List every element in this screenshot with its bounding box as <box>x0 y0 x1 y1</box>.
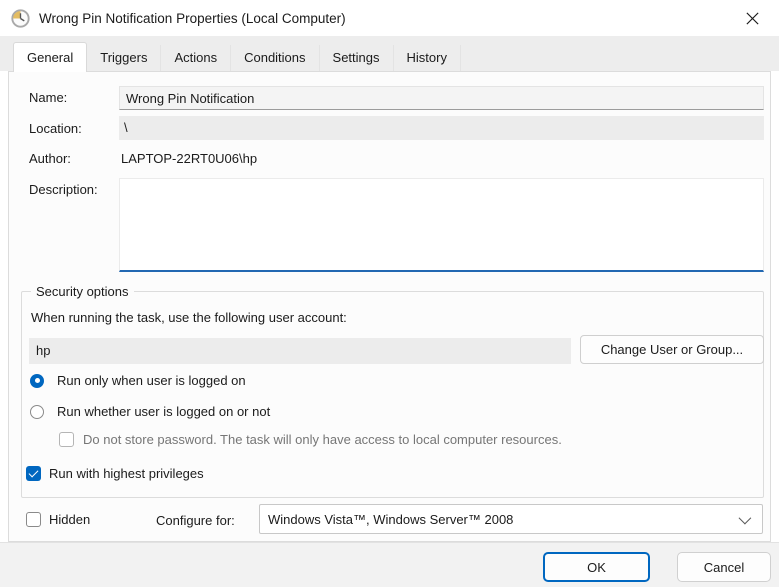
tab-conditions[interactable]: Conditions <box>231 45 319 71</box>
radio-run-whether-logged-on[interactable]: Run whether user is logged on or not <box>30 404 270 419</box>
author-value: LAPTOP-22RT0U06\hp <box>121 151 257 166</box>
task-properties-dialog: Wrong Pin Notification Properties (Local… <box>0 0 779 587</box>
clock-icon <box>11 9 30 28</box>
checkbox-checked-icon <box>26 466 41 481</box>
location-label: Location: <box>29 121 82 136</box>
close-icon <box>746 12 759 25</box>
checkbox-label: Hidden <box>49 512 90 527</box>
tab-actions[interactable]: Actions <box>161 45 231 71</box>
change-user-button[interactable]: Change User or Group... <box>580 335 764 364</box>
name-input[interactable] <box>119 86 764 110</box>
radio-selected-icon <box>30 374 44 388</box>
radio-label: Run only when user is logged on <box>57 373 246 388</box>
tab-settings[interactable]: Settings <box>320 45 394 71</box>
location-value: \ <box>119 116 764 140</box>
description-textarea[interactable] <box>119 178 764 272</box>
checkbox-unchecked-icon <box>26 512 41 527</box>
name-label: Name: <box>29 90 67 105</box>
account-prompt: When running the task, use the following… <box>31 310 347 325</box>
radio-unselected-icon <box>30 405 44 419</box>
tab-strip: General Triggers Actions Conditions Sett… <box>0 36 779 71</box>
window-title: Wrong Pin Notification Properties (Local… <box>39 11 346 26</box>
checkbox-unchecked-icon <box>59 432 74 447</box>
tab-triggers[interactable]: Triggers <box>87 45 161 71</box>
tab-history[interactable]: History <box>394 45 461 71</box>
radio-label: Run whether user is logged on or not <box>57 404 270 419</box>
description-label: Description: <box>29 182 98 197</box>
checkbox-label: Run with highest privileges <box>49 466 204 481</box>
radio-run-only-logged-on[interactable]: Run only when user is logged on <box>30 373 246 388</box>
ok-button[interactable]: OK <box>543 552 650 582</box>
account-value-field: hp <box>29 338 571 364</box>
title-bar: Wrong Pin Notification Properties (Local… <box>0 0 779 36</box>
close-button[interactable] <box>733 4 771 32</box>
configure-for-label: Configure for: <box>156 513 235 528</box>
checkbox-do-not-store-password[interactable]: Do not store password. The task will onl… <box>59 432 562 447</box>
checkbox-hidden[interactable]: Hidden <box>26 512 90 527</box>
dialog-footer: OK Cancel <box>0 542 779 587</box>
author-label: Author: <box>29 151 71 166</box>
cancel-button[interactable]: Cancel <box>677 552 771 582</box>
chevron-down-icon <box>739 511 752 524</box>
checkbox-label: Do not store password. The task will onl… <box>83 432 562 447</box>
security-options-title: Security options <box>31 284 134 299</box>
tab-general[interactable]: General <box>13 42 87 72</box>
general-tab-page: Name: Location: \ Author: LAPTOP-22RT0U0… <box>8 71 771 542</box>
checkbox-run-highest-privileges[interactable]: Run with highest privileges <box>26 466 204 481</box>
dropdown-selected-value: Windows Vista™, Windows Server™ 2008 <box>268 512 513 527</box>
configure-for-dropdown[interactable]: Windows Vista™, Windows Server™ 2008 <box>259 504 763 534</box>
